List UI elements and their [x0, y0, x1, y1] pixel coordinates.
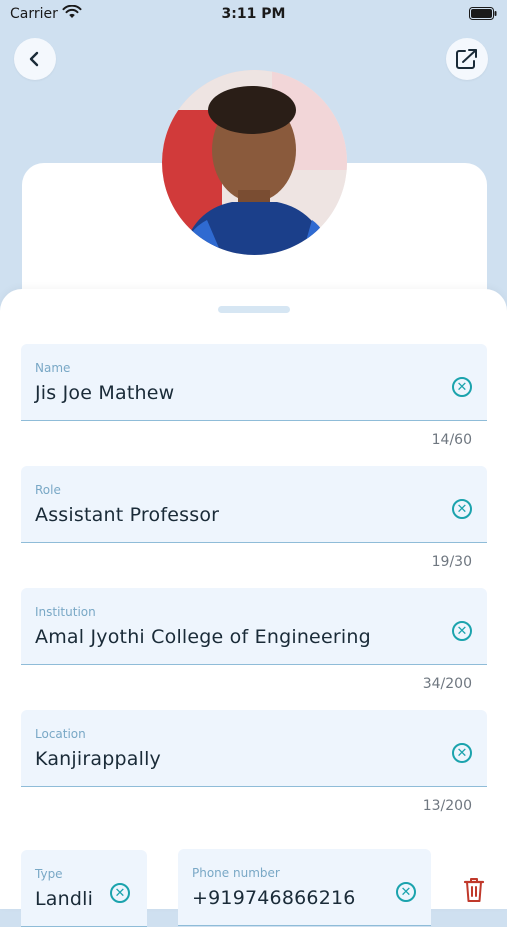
role-counter: 19/30 [431, 554, 472, 570]
clock-time: 3:11 PM [221, 6, 286, 22]
phone-value[interactable]: +919746866216 [192, 887, 356, 909]
close-circle-icon[interactable]: ✕ [396, 882, 416, 902]
battery-icon [469, 7, 497, 20]
close-circle-icon[interactable]: ✕ [452, 621, 472, 641]
type-label: Type [35, 867, 63, 881]
drag-handle[interactable] [218, 306, 290, 313]
institution-value[interactable]: Amal Jyothi College of Engineering [35, 626, 371, 648]
chevron-left-icon [29, 51, 39, 67]
type-value[interactable]: Landli [35, 888, 93, 910]
type-field[interactable]: Type Landli ✕ [21, 850, 147, 927]
name-value[interactable]: Jis Joe Mathew [35, 382, 174, 404]
share-button[interactable] [446, 38, 488, 80]
phone-label: Phone number [192, 866, 280, 880]
role-label: Role [35, 483, 61, 497]
name-field[interactable]: Name Jis Joe Mathew ✕ [21, 344, 487, 421]
share-export-icon [456, 49, 477, 69]
location-label: Location [35, 727, 86, 741]
location-field[interactable]: Location Kanjirappally ✕ [21, 710, 487, 787]
location-value[interactable]: Kanjirappally [35, 748, 161, 770]
name-counter: 14/60 [431, 432, 472, 448]
status-bar: Carrier 3:11 PM [0, 0, 507, 30]
close-circle-icon[interactable]: ✕ [452, 743, 472, 763]
back-button[interactable] [14, 38, 56, 80]
profile-avatar[interactable] [162, 70, 347, 255]
close-circle-icon[interactable]: ✕ [452, 377, 472, 397]
close-circle-icon[interactable]: ✕ [110, 883, 130, 903]
name-label: Name [35, 361, 71, 375]
institution-label: Institution [35, 605, 96, 619]
institution-field[interactable]: Institution Amal Jyothi College of Engin… [21, 588, 487, 665]
role-value[interactable]: Assistant Professor [35, 504, 219, 526]
location-counter: 13/200 [422, 798, 472, 814]
phone-field[interactable]: Phone number +919746866216 ✕ [178, 849, 431, 926]
close-circle-icon[interactable]: ✕ [452, 499, 472, 519]
role-field[interactable]: Role Assistant Professor ✕ [21, 466, 487, 543]
avatar-photo [162, 70, 347, 255]
institution-counter: 34/200 [422, 676, 472, 692]
